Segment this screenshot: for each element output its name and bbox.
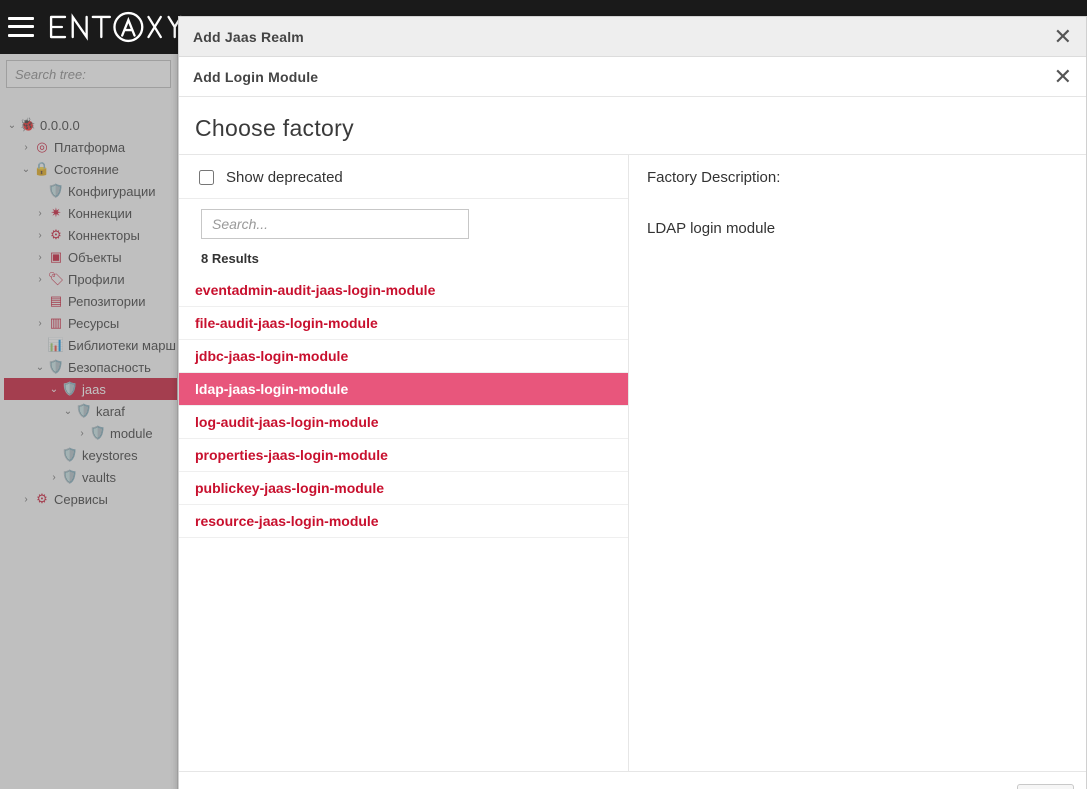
factory-item[interactable]: log-audit-jaas-login-module — [179, 406, 628, 439]
choose-factory-title: Choose factory — [179, 97, 1086, 154]
hamburger-icon[interactable] — [8, 14, 34, 40]
next-button[interactable]: Next — [1017, 784, 1074, 789]
factory-item[interactable]: publickey-jaas-login-module — [179, 472, 628, 505]
modal-title-inner: Add Login Module — [193, 69, 318, 85]
modal-stack: Add Jaas Realm ✕ Add Login Module ✕ Choo… — [178, 16, 1087, 789]
search-factory-input[interactable] — [201, 209, 469, 239]
close-icon[interactable]: ✕ — [1054, 26, 1072, 48]
modal-header-outer: Add Jaas Realm ✕ — [179, 17, 1086, 57]
factory-item[interactable]: properties-jaas-login-module — [179, 439, 628, 472]
close-icon[interactable]: ✕ — [1054, 66, 1072, 88]
show-deprecated-label: Show deprecated — [226, 169, 343, 186]
factory-item[interactable]: resource-jaas-login-module — [179, 505, 628, 538]
main: ⌄ 🐞 0.0.0.0 › ◎ Платформа ⌄ 🔒 Состояние … — [0, 54, 1087, 789]
modal-header-inner: Add Login Module ✕ — [179, 57, 1086, 97]
factory-left-column: Show deprecated 8 Results eventadmin-aud… — [179, 155, 629, 771]
modal-title-outer: Add Jaas Realm — [193, 29, 304, 45]
factory-item[interactable]: jdbc-jaas-login-module — [179, 340, 628, 373]
factory-item[interactable]: eventadmin-audit-jaas-login-module — [179, 274, 628, 307]
factory-description-label: Factory Description: — [647, 169, 1068, 186]
factory-description-text: LDAP login module — [647, 220, 1068, 237]
factory-list: eventadmin-audit-jaas-login-modulefile-a… — [179, 274, 628, 771]
factory-two-col: Show deprecated 8 Results eventadmin-aud… — [179, 154, 1086, 772]
modal-footer: Next — [179, 772, 1086, 789]
results-count: 8 Results — [179, 239, 628, 274]
factory-item[interactable]: file-audit-jaas-login-module — [179, 307, 628, 340]
factory-item[interactable]: ldap-jaas-login-module — [179, 373, 628, 406]
show-deprecated[interactable]: Show deprecated — [179, 155, 628, 199]
modal-body: Choose factory Show deprecated 8 Results… — [179, 97, 1086, 772]
show-deprecated-checkbox[interactable] — [199, 170, 214, 185]
factory-right-column: Factory Description: LDAP login module — [629, 155, 1086, 771]
